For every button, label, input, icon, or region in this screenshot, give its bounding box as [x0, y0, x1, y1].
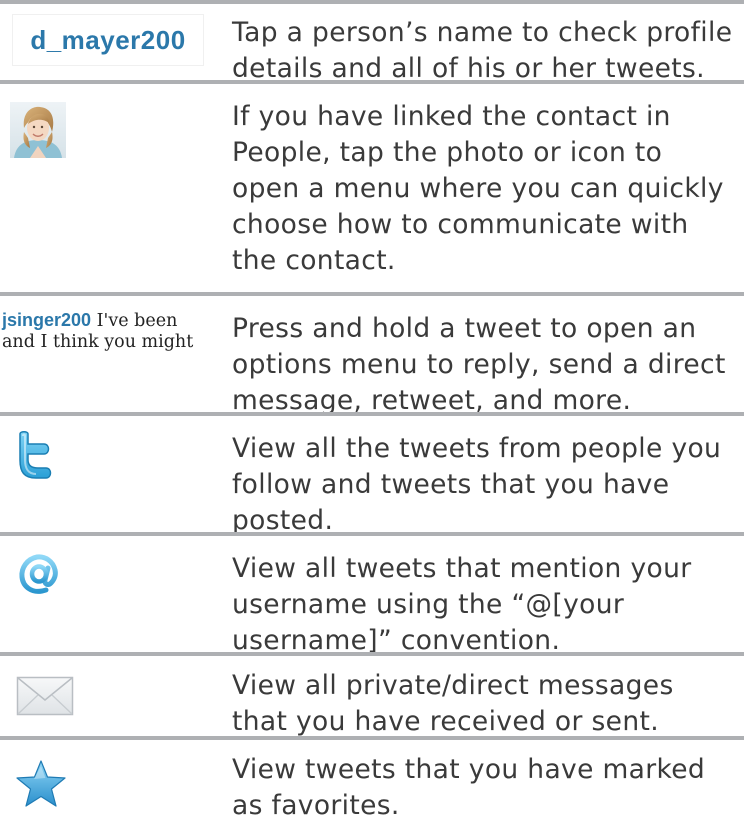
table-row: If you have linked the contact in People…: [0, 80, 744, 292]
contact-photo[interactable]: [10, 102, 66, 158]
star-icon[interactable]: [14, 758, 68, 812]
tweet-line-2: and I think you might: [2, 332, 194, 352]
at-mention-icon[interactable]: [14, 548, 66, 600]
table-row: View all private/direct messages that yo…: [0, 652, 744, 737]
row-description: View all private/direct messages that yo…: [232, 670, 674, 737]
username-text[interactable]: d_mayer200: [30, 25, 185, 56]
table-row: View all tweets that mention your userna…: [0, 532, 744, 656]
row-description: Press and hold a tweet to open an option…: [232, 313, 726, 416]
table-row: View all the tweets from people you foll…: [0, 412, 744, 536]
tweet-line-1: jsinger200 I've been: [0, 310, 222, 332]
table-row: View tweets that you have marked as favo…: [0, 736, 744, 835]
row-description: If you have linked the contact in People…: [232, 101, 724, 276]
tweet-username[interactable]: jsinger200: [2, 310, 91, 330]
row-description: View all tweets that mention your userna…: [232, 553, 692, 656]
tweet-snippet[interactable]: jsinger200 I've been and I think you mig…: [0, 310, 222, 364]
table-row: jsinger200 I've been and I think you mig…: [0, 292, 744, 416]
twitter-home-icon[interactable]: [14, 430, 60, 480]
envelope-icon[interactable]: [16, 676, 74, 716]
feature-table: d_mayer200 Tap a person’s name to check …: [0, 0, 744, 835]
table-row: d_mayer200 Tap a person’s name to check …: [0, 0, 744, 84]
row-description: Tap a person’s name to check profile det…: [232, 17, 733, 84]
tweet-text: I've been: [91, 311, 178, 331]
username-link[interactable]: d_mayer200: [12, 14, 204, 66]
row-description: View tweets that you have marked as favo…: [232, 754, 706, 821]
row-description: View all the tweets from people you foll…: [232, 433, 722, 536]
